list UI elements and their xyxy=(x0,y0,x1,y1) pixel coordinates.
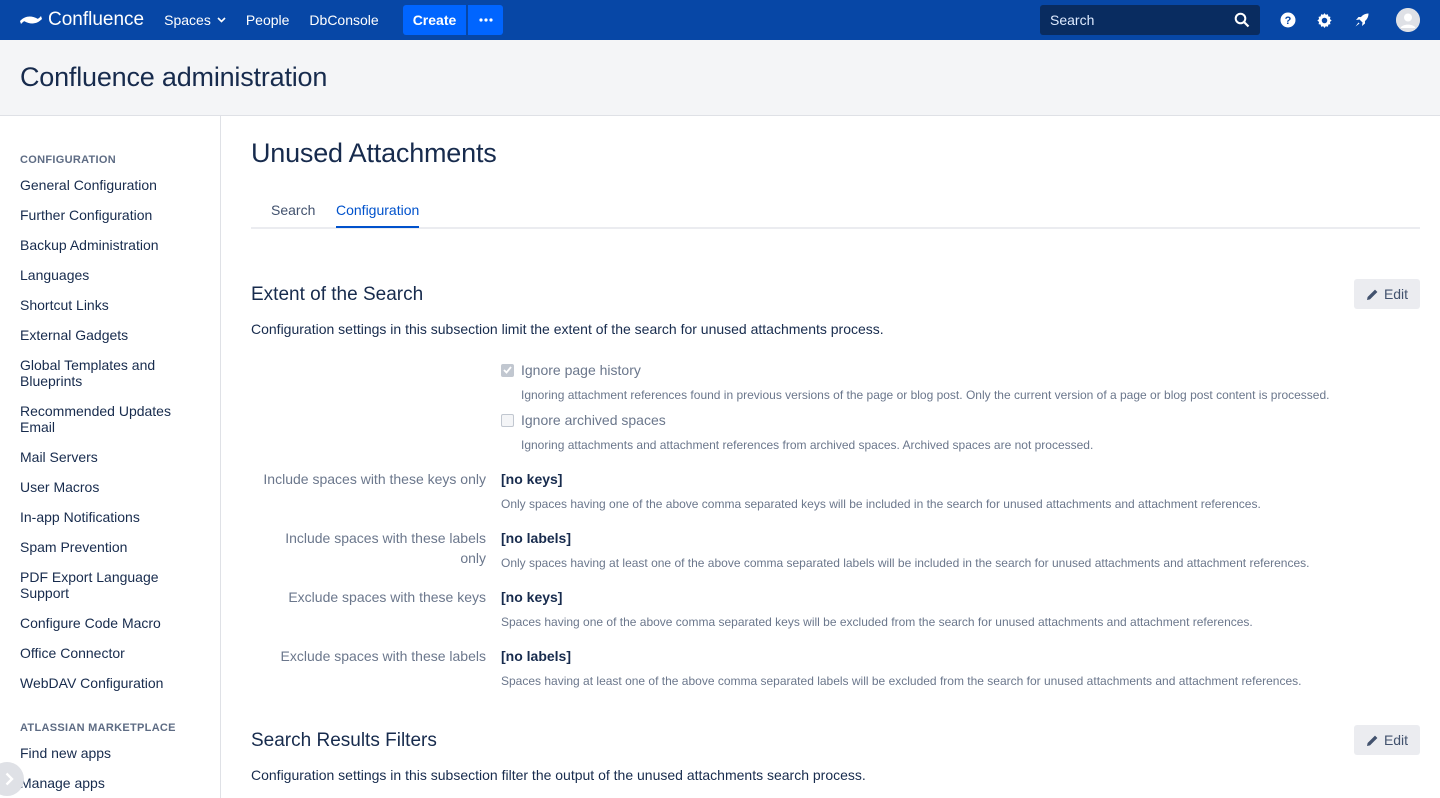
tab-search[interactable]: Search xyxy=(271,202,315,226)
sidebar-item-manage-apps[interactable]: Manage apps xyxy=(20,775,210,791)
section-title-filters: Search Results Filters xyxy=(251,730,437,751)
sidebar-heading-marketplace: ATLASSIAN MARKETPLACE xyxy=(20,722,176,734)
brand-name: Confluence xyxy=(48,9,145,30)
field-value-exclude-labels: [no labels] xyxy=(501,648,572,664)
sidebar-item-recommended-updates-email[interactable]: Recommended Updates Email xyxy=(20,403,190,435)
sidebar-item-backup-administration[interactable]: Backup Administration xyxy=(20,237,210,253)
more-dots-icon xyxy=(479,18,493,22)
checkbox-hint: Ignoring attachments and attachment refe… xyxy=(521,438,1094,452)
section-title-extent: Extent of the Search xyxy=(251,284,424,305)
checkbox-checked-icon[interactable] xyxy=(501,363,514,377)
nav-dbconsole-label: DbConsole xyxy=(309,12,379,28)
rocket-icon[interactable] xyxy=(1352,10,1372,30)
checkbox-label: Ignore archived spaces xyxy=(521,412,666,428)
confluence-logo[interactable]: Confluence xyxy=(20,9,144,31)
search-icon[interactable] xyxy=(1234,12,1250,28)
pencil-icon xyxy=(1366,735,1378,746)
pencil-icon xyxy=(1366,289,1378,300)
field-value-include-keys: [no keys] xyxy=(501,471,563,487)
checkbox-label: Ignore page history xyxy=(521,362,641,378)
nav-spaces-label: Spaces xyxy=(164,12,211,28)
tab-bar: Search Configuration xyxy=(251,200,1420,229)
confluence-logo-icon xyxy=(20,16,42,24)
sidebar-item-global-templates[interactable]: Global Templates and Blueprints xyxy=(20,357,180,389)
nav-people[interactable]: People xyxy=(246,12,290,28)
search-box[interactable] xyxy=(1040,5,1260,35)
checkbox-ignore-archived-spaces[interactable]: Ignore archived spaces xyxy=(501,412,666,428)
sidebar-item-mail-servers[interactable]: Mail Servers xyxy=(20,449,210,465)
sidebar-item-find-new-apps[interactable]: Find new apps xyxy=(20,745,210,761)
field-hint-exclude-labels: Spaces having at least one of the above … xyxy=(501,674,1302,688)
nav-spaces[interactable]: Spaces xyxy=(164,12,226,28)
field-hint-include-labels: Only spaces having at least one of the a… xyxy=(501,556,1310,570)
checkbox-ignore-page-history[interactable]: Ignore page history xyxy=(501,362,641,378)
admin-sidebar: CONFIGURATION General Configuration Furt… xyxy=(0,116,221,798)
sidebar-item-further-configuration[interactable]: Further Configuration xyxy=(20,207,210,223)
sidebar-item-spam-prevention[interactable]: Spam Prevention xyxy=(20,539,210,555)
edit-button-extent[interactable]: Edit xyxy=(1354,279,1420,309)
top-navigation-bar: Confluence Spaces People DbConsole Creat… xyxy=(0,0,1440,40)
gear-icon[interactable] xyxy=(1314,10,1334,30)
field-label-exclude-keys: Exclude spaces with these keys xyxy=(288,589,486,605)
sidebar-item-general-configuration[interactable]: General Configuration xyxy=(20,177,210,193)
admin-title: Confluence administration xyxy=(20,62,328,92)
help-icon[interactable]: ? xyxy=(1278,10,1298,30)
edit-button-filters[interactable]: Edit xyxy=(1354,725,1420,755)
edit-button-filters-label: Edit xyxy=(1383,732,1409,748)
sidebar-item-external-gadgets[interactable]: External Gadgets xyxy=(20,327,210,343)
user-avatar[interactable] xyxy=(1396,8,1420,32)
sidebar-item-user-macros[interactable]: User Macros xyxy=(20,479,210,495)
checkbox-hint: Ignoring attachment references found in … xyxy=(521,388,1330,402)
admin-header: Confluence administration xyxy=(0,40,1440,116)
field-hint-include-keys: Only spaces having one of the above comm… xyxy=(501,497,1261,511)
field-value-include-labels: [no labels] xyxy=(501,530,572,546)
page-title: Unused Attachments xyxy=(251,138,497,168)
sidebar-heading-configuration: CONFIGURATION xyxy=(20,154,116,166)
nav-dbconsole[interactable]: DbConsole xyxy=(309,12,378,28)
create-more-button[interactable] xyxy=(467,5,504,35)
sidebar-item-configure-code-macro[interactable]: Configure Code Macro xyxy=(20,615,210,631)
section-description-extent: Configuration settings in this subsectio… xyxy=(251,321,884,337)
sidebar-item-shortcut-links[interactable]: Shortcut Links xyxy=(20,297,210,313)
nav-people-label: People xyxy=(245,12,290,28)
chevron-down-icon xyxy=(217,17,226,23)
search-input[interactable] xyxy=(1040,12,1225,28)
checkbox-unchecked-icon[interactable] xyxy=(501,413,514,427)
field-label-exclude-labels: Exclude spaces with these labels xyxy=(280,648,486,664)
field-label-include-labels: Include spaces with these labels only xyxy=(285,530,486,566)
field-label-include-keys: Include spaces with these keys only xyxy=(263,471,486,487)
section-description-filters: Configuration settings in this subsectio… xyxy=(251,767,866,783)
sidebar-item-in-app-notifications[interactable]: In-app Notifications xyxy=(20,509,210,525)
chevron-right-icon xyxy=(5,772,14,786)
svg-text:?: ? xyxy=(1285,15,1292,27)
field-hint-exclude-keys: Spaces having one of the above comma sep… xyxy=(501,615,1253,629)
sidebar-item-webdav-configuration[interactable]: WebDAV Configuration xyxy=(20,675,210,691)
edit-button-extent-label: Edit xyxy=(1383,286,1409,302)
user-avatar-icon xyxy=(1396,8,1420,32)
sidebar-item-pdf-export-language[interactable]: PDF Export Language Support xyxy=(20,569,180,601)
sidebar-item-office-connector[interactable]: Office Connector xyxy=(20,645,210,661)
tab-configuration[interactable]: Configuration xyxy=(336,202,420,228)
sidebar-item-languages[interactable]: Languages xyxy=(20,267,210,283)
create-button[interactable]: Create xyxy=(402,5,467,35)
field-value-exclude-keys: [no keys] xyxy=(501,589,563,605)
